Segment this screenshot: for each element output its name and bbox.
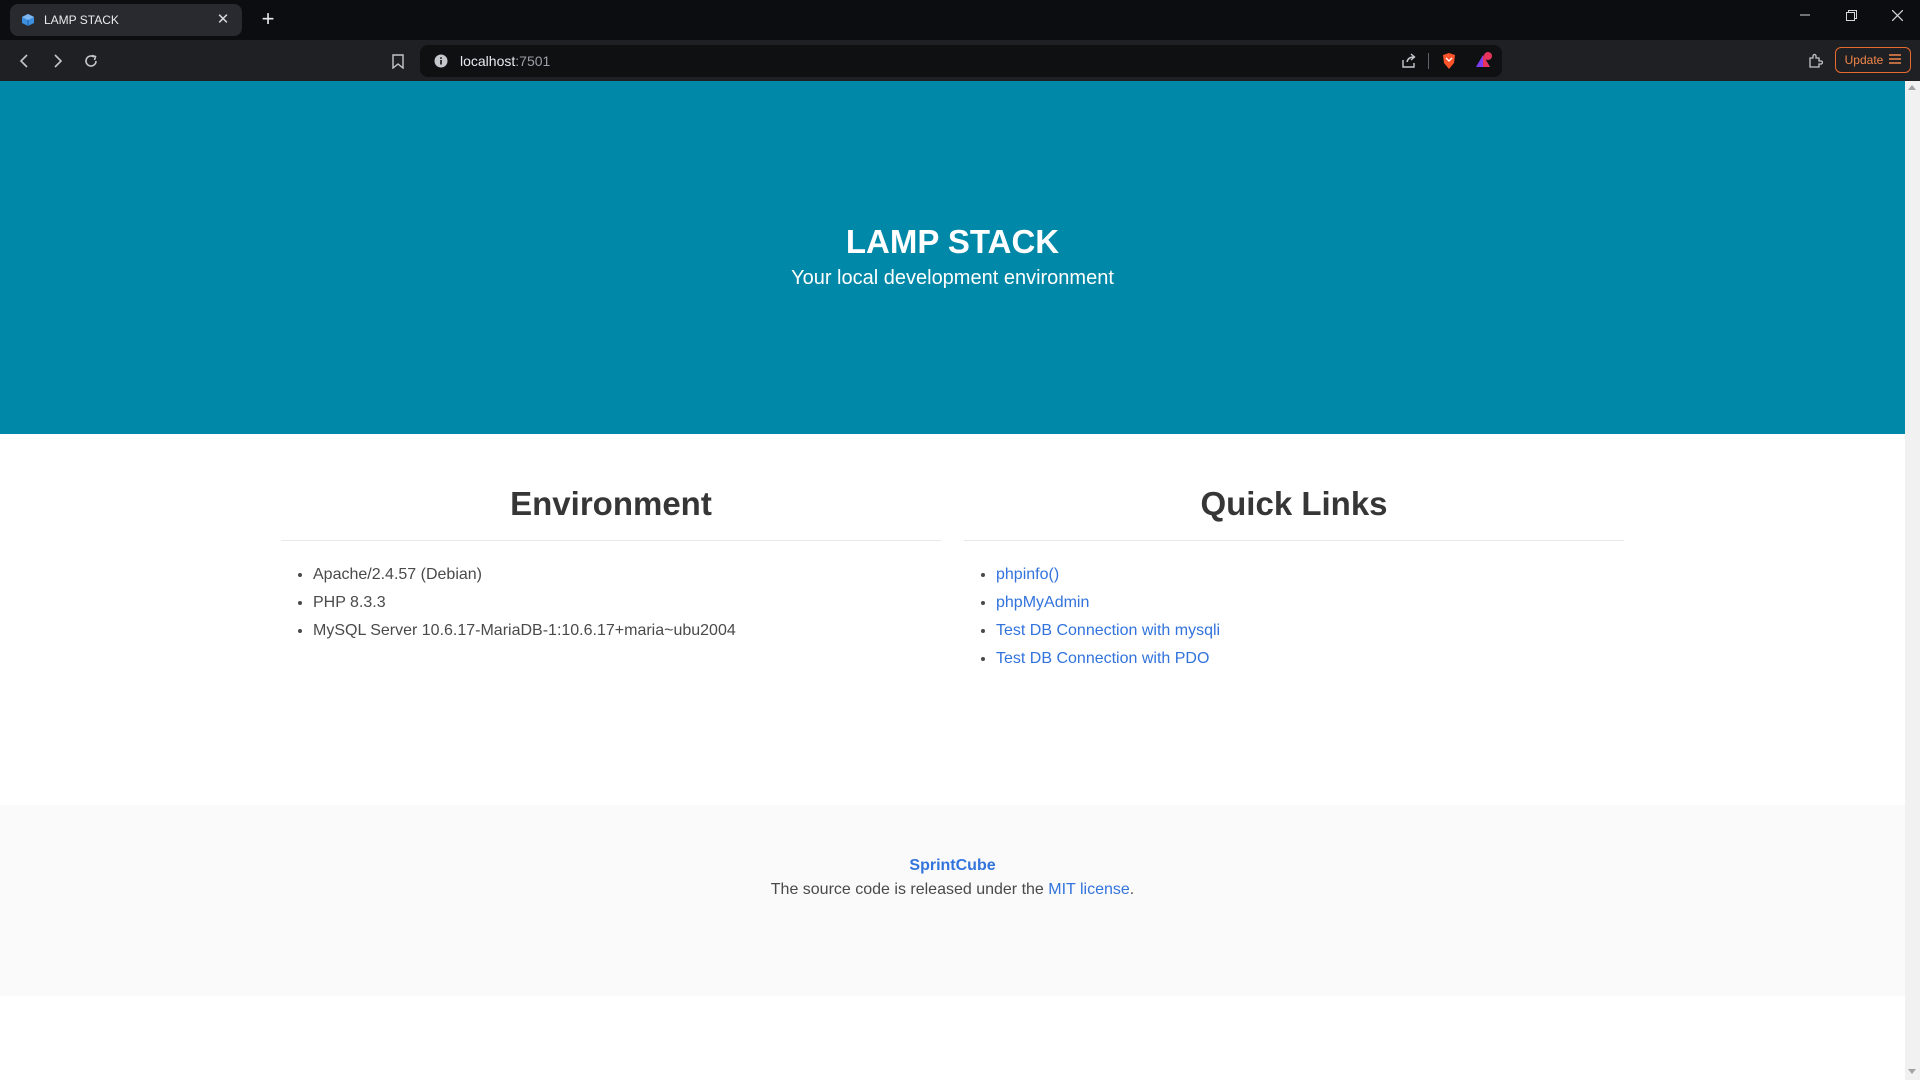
quick-link-item: Test DB Connection with mysqli xyxy=(996,617,1624,645)
url-port: :7501 xyxy=(515,53,551,69)
url-text: localhost:7501 xyxy=(460,45,550,77)
minimize-window-icon[interactable] xyxy=(1782,0,1828,30)
page-viewport: LAMP STACK Your local development enviro… xyxy=(0,81,1905,1080)
mit-license-link[interactable]: MIT license xyxy=(1048,881,1130,898)
brave-shields-icon[interactable] xyxy=(1440,52,1458,70)
quick-link-item: phpMyAdmin xyxy=(996,589,1624,617)
quick-links-heading: Quick Links xyxy=(1200,485,1388,522)
test-pdo-link[interactable]: Test DB Connection with PDO xyxy=(996,650,1209,667)
tab-close-icon[interactable]: ✕ xyxy=(214,11,232,29)
scroll-down-arrow-icon[interactable] xyxy=(1908,1069,1916,1074)
update-button[interactable]: Update xyxy=(1835,47,1911,73)
back-arrow-icon[interactable] xyxy=(12,49,36,73)
close-window-icon[interactable] xyxy=(1874,0,1920,30)
hero-subtitle: Your local development environment xyxy=(791,267,1114,289)
phpinfo-link[interactable]: phpinfo() xyxy=(996,566,1059,583)
share-icon[interactable] xyxy=(1400,52,1418,70)
license-suffix: . xyxy=(1129,881,1135,898)
environment-list: Apache/2.4.57 (Debian) PHP 8.3.3 MySQL S… xyxy=(281,541,941,645)
footer-brand-link[interactable]: SprintCube xyxy=(0,857,1905,875)
extensions-puzzle-icon[interactable] xyxy=(1803,49,1827,73)
quick-links-column: Quick Links phpinfo() phpMyAdmin Test DB… xyxy=(964,434,1624,673)
update-label: Update xyxy=(1844,53,1884,67)
omnibox-divider xyxy=(1428,53,1429,69)
env-item-mysql: MySQL Server 10.6.17-MariaDB-1:10.6.17+m… xyxy=(313,617,941,645)
menu-hamburger-icon xyxy=(1889,53,1902,67)
quick-link-item: phpinfo() xyxy=(996,561,1624,589)
browser-tab-strip: LAMP STACK ✕ + xyxy=(0,0,1920,40)
site-info-icon[interactable] xyxy=(432,52,450,70)
hero-title: LAMP STACK xyxy=(845,223,1060,260)
forward-arrow-icon[interactable] xyxy=(46,49,70,73)
bookmark-icon[interactable] xyxy=(386,49,410,73)
license-prefix: The source code is released under the xyxy=(770,881,1049,898)
phpmyadmin-link[interactable]: phpMyAdmin xyxy=(996,594,1089,611)
quick-links-list: phpinfo() phpMyAdmin Test DB Connection … xyxy=(964,541,1624,673)
tab-title: LAMP STACK xyxy=(44,13,119,27)
browser-toolbar: localhost:7501 Update xyxy=(0,40,1920,81)
address-bar[interactable]: localhost:7501 xyxy=(420,45,1502,77)
reload-icon[interactable] xyxy=(79,49,103,73)
environment-heading: Environment xyxy=(510,485,712,522)
brave-rewards-icon[interactable] xyxy=(1474,52,1492,70)
test-mysqli-link[interactable]: Test DB Connection with mysqli xyxy=(996,622,1220,639)
hero-banner: LAMP STACK Your local development enviro… xyxy=(0,81,1905,434)
page-scrollbar[interactable] xyxy=(1905,81,1920,1080)
footer-license-text: The source code is released under the MI… xyxy=(0,881,1905,899)
env-item-php: PHP 8.3.3 xyxy=(313,589,941,617)
scroll-up-arrow-icon[interactable] xyxy=(1908,85,1916,90)
env-item-apache: Apache/2.4.57 (Debian) xyxy=(313,561,941,589)
environment-column: Environment Apache/2.4.57 (Debian) PHP 8… xyxy=(281,434,941,645)
url-host: localhost xyxy=(460,53,516,69)
restore-window-icon[interactable] xyxy=(1828,0,1874,30)
browser-tab-active[interactable]: LAMP STACK ✕ xyxy=(10,4,242,36)
cube-favicon-icon xyxy=(20,12,36,28)
page-footer: SprintCube The source code is released u… xyxy=(0,805,1905,996)
quick-link-item: Test DB Connection with PDO xyxy=(996,645,1624,673)
new-tab-plus-icon[interactable]: + xyxy=(256,8,280,32)
